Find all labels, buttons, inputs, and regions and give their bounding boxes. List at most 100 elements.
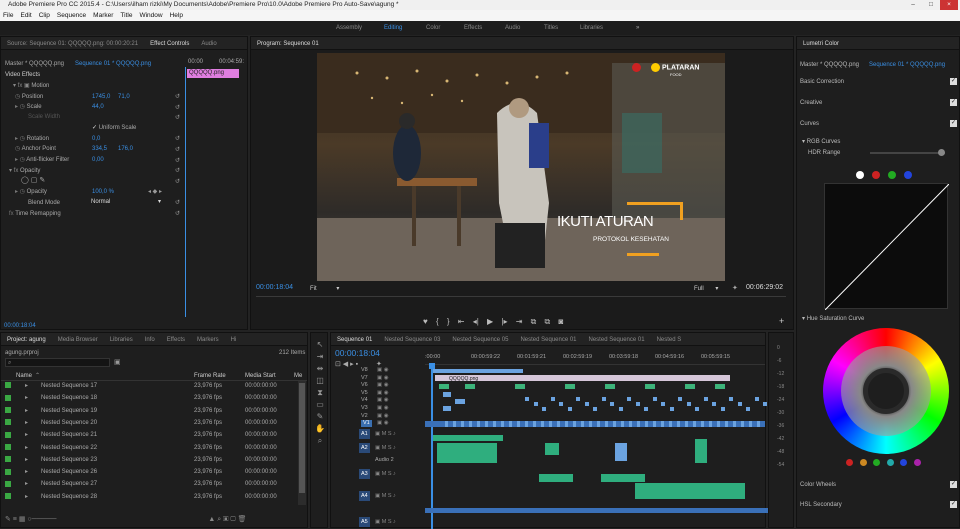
timeline-clip[interactable] [635,402,640,406]
video-frame[interactable]: PLATARAN FOOD IKUTI ATURAN PROTOKOL KESE… [317,53,725,281]
curve-channel-dot[interactable] [904,171,912,179]
timeline-clip[interactable] [695,439,707,463]
timeline-clip[interactable] [443,392,451,397]
expand-icon[interactable]: ▸ [25,393,28,403]
hue-channel-dot[interactable] [846,459,853,466]
timeline-clip[interactable] [581,421,584,427]
tab-media-browser[interactable]: Media Browser [52,337,104,343]
timeline-clip[interactable] [584,402,589,406]
more-workspaces-icon[interactable]: » [636,21,639,35]
timeline-clip[interactable] [686,402,691,406]
timeline-clip[interactable] [437,443,497,463]
expand-icon[interactable]: ▸ [25,492,28,502]
timeline-clip[interactable] [493,421,496,427]
rgb-curve-graph[interactable] [824,183,950,311]
hue-channel-dot[interactable] [886,459,894,466]
wrench-icon[interactable]: ✦ [732,284,738,292]
timeline-clip[interactable] [549,421,552,427]
lumetri-sequence[interactable]: Sequence 01 * QQQQQ.png [869,60,960,70]
position-x[interactable]: 1745,0 [92,92,110,102]
anchor-x[interactable]: 334,5 [92,144,107,154]
track-toggle-icons[interactable]: ▣ ◉ [377,420,389,427]
hue-channel-dot[interactable] [913,459,921,466]
workspace-color[interactable]: Color [426,21,440,35]
opacity-section[interactable]: ▾ fx Opacity [9,166,40,176]
menu-edit[interactable]: Edit [20,12,31,19]
timeline-clip[interactable] [501,421,504,427]
timeline-clip[interactable] [627,397,631,401]
time-remap-row[interactable]: fx Time Remapping [9,209,61,219]
timeline-clip[interactable] [701,421,704,427]
timeline-clip[interactable] [433,369,523,373]
timeline-clip[interactable] [669,407,674,411]
list-item[interactable]: Nested Sequence 26 23,976 fps 00:00:00:00 ▸ [1,467,297,477]
timeline-clip[interactable] [545,443,559,455]
list-item[interactable]: Nested Sequence 19 23,976 fps 00:00:00:00 ▸ [1,406,297,416]
hue-channel-dot[interactable] [873,459,880,466]
audio-track-icons[interactable]: ▣ M S ♪ [375,517,396,527]
timeline-clip[interactable] [477,421,480,427]
workspace-editing[interactable]: Editing [384,21,402,35]
timeline-clip[interactable] [469,421,472,427]
project-scrollbar[interactable] [298,381,306,505]
expand-icon[interactable]: ▸ [25,381,28,391]
curves-checkbox[interactable]: ✓ [950,120,957,127]
menu-sequence[interactable]: Sequence [57,12,86,19]
program-timecode[interactable]: 00:00:18:04 [256,284,293,291]
timeline-clip[interactable] [567,407,572,411]
timeline-clip[interactable] [635,483,745,499]
audio-track-icons[interactable]: ▣ M S ♪ [375,469,396,479]
col-media-start[interactable]: Media Start [245,371,276,381]
rotation-value[interactable]: 0,0 [92,134,100,144]
timeline-ruler[interactable]: :00:00 00:00:59:22 00:01:59:21 00:02:59:19 0… [425,351,765,365]
hue-wheel[interactable] [823,328,949,454]
uniform-scale[interactable]: ✓ Uniform Scale [92,123,136,133]
workspace-libraries[interactable]: Libraries [580,21,603,35]
timeline-clip[interactable] [693,421,696,427]
timeline-clip[interactable] [703,397,708,401]
fit-select[interactable]: Fit ▾ [310,285,339,292]
col-name[interactable]: Name [16,371,32,381]
video-track-header[interactable]: V5 ▣ ◉ [331,390,425,397]
tab-nested-05[interactable]: Nested Sequence 05 [446,337,514,343]
track-toggle-icons[interactable]: ▣ ◉ [377,382,389,389]
menu-window[interactable]: Window [139,12,162,19]
timeline-clip[interactable] [515,384,525,389]
expand-icon[interactable]: ▸ [25,455,28,465]
timeline-clip[interactable] [715,384,725,389]
tab-nested-s[interactable]: Nested S [651,337,688,343]
flicker-value[interactable]: 0,00 [92,155,104,165]
maximize-button[interactable]: □ [922,0,940,10]
ec-timecode[interactable]: 00:00:18:04 [4,321,36,331]
tab-audio[interactable]: Audio [195,41,222,47]
timeline-clip[interactable] [557,421,560,427]
position-y[interactable]: 71,0 [118,92,130,102]
video-track-header[interactable]: V3 ▣ ◉ [331,405,425,412]
tab-libraries[interactable]: Libraries [104,337,139,343]
video-track-header[interactable]: V6 ▣ ◉ [331,382,425,389]
timeline-clip[interactable] [509,421,512,427]
timeline-clip[interactable] [465,384,475,389]
timeline-clip[interactable] [685,384,695,389]
timeline-clip[interactable] [601,397,606,401]
tab-effect-controls[interactable]: Effect Controls [144,41,195,47]
track-toggle-icons[interactable]: ▣ ◉ [377,413,389,420]
motion-row[interactable]: ▾ fx ▣ Motion [13,81,49,91]
timeline-clip[interactable] [695,407,699,411]
scale-value[interactable]: 44,0 [92,102,104,112]
timeline-clip[interactable] [644,407,648,411]
add-button-icon[interactable]: + [779,316,784,326]
menu-file[interactable]: File [3,12,13,19]
timeline-clip[interactable] [613,421,616,427]
timeline-clip[interactable] [525,397,529,401]
ec-clip-bar[interactable]: QQQQQ.png [187,69,239,78]
timeline-clip[interactable] [533,421,536,427]
video-track-header[interactable]: V7 ▣ ◉ [331,375,425,382]
timeline-clip[interactable] [517,421,520,427]
list-item[interactable]: Nested Sequence 21 23,976 fps 00:00:00:00 ▸ [1,430,297,440]
col-me[interactable]: Me [294,371,302,381]
tab-program[interactable]: Program: Sequence 01 [251,41,325,47]
video-track-header[interactable]: V4 ▣ ◉ [331,397,425,404]
timeline-clip[interactable] [717,421,720,427]
timeline-clip[interactable] [645,421,648,427]
